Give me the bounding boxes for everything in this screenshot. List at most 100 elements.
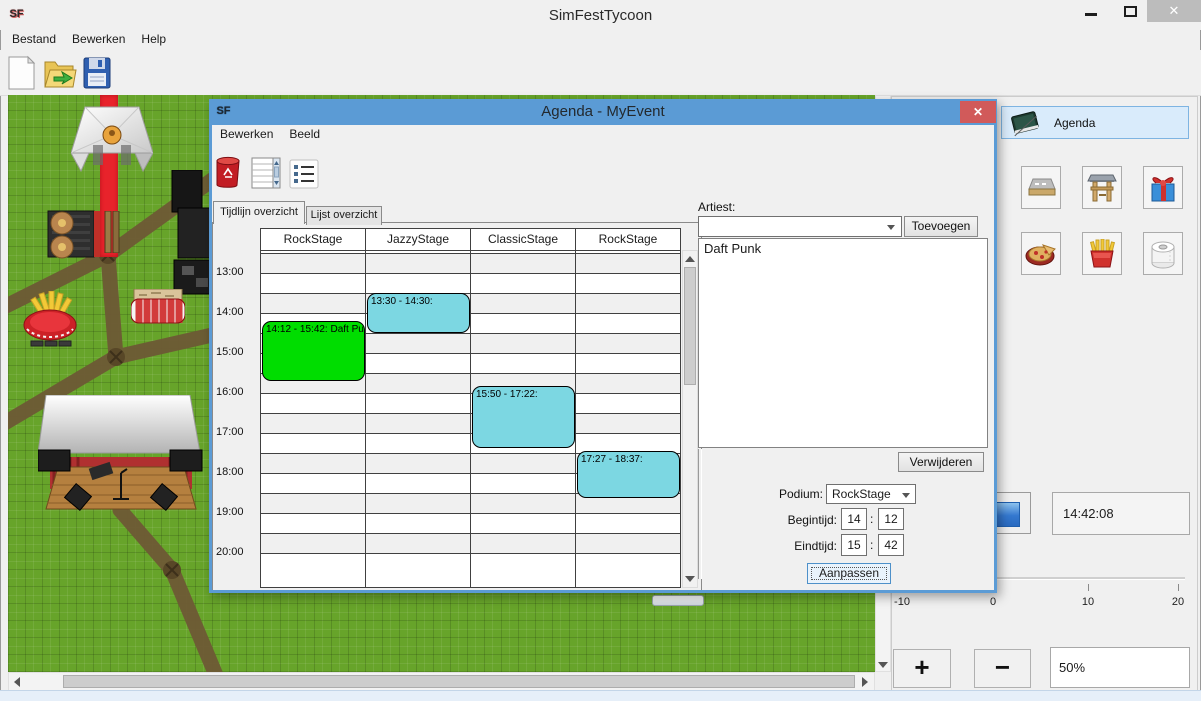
apply-button[interactable]: Aanpassen <box>807 563 891 584</box>
list-view-button[interactable] <box>289 159 319 192</box>
road-tile-button[interactable] <box>1021 166 1061 209</box>
artist-list-item[interactable]: Daft Punk <box>699 239 987 258</box>
grid-scroll-down-icon[interactable] <box>685 576 695 582</box>
end-time-label: Eindtijd: <box>757 539 837 553</box>
zoom-in-button[interactable]: + <box>893 649 951 688</box>
market-stall <box>131 289 185 327</box>
scroll-left-icon[interactable] <box>14 677 20 687</box>
main-menubar: BestandBewerkenHelp <box>4 30 1194 50</box>
open-file-button[interactable] <box>42 54 78 92</box>
fries-icon <box>1088 239 1116 269</box>
scroll-right-icon[interactable] <box>862 677 868 687</box>
remove-artist-button[interactable]: Verwijderen <box>898 452 984 472</box>
chevron-down-icon <box>887 225 895 230</box>
road-tile-icon <box>1025 175 1057 201</box>
focus-rect <box>811 567 887 580</box>
chevron-down-icon <box>902 493 910 498</box>
gate-icon <box>1087 173 1117 203</box>
timeline-grid-icon <box>251 157 281 189</box>
time-label-14:00: 14:00 <box>216 306 257 318</box>
menu-item-bewerken[interactable]: Bewerken <box>64 30 133 48</box>
tab-tijdlijn-overzicht[interactable]: Tijdlijn overzicht <box>213 201 305 224</box>
podium-combo-value: RockStage <box>832 487 891 501</box>
schedule-event[interactable]: 17:27 - 18:37: <box>577 451 680 498</box>
map-horizontal-scrollbar[interactable] <box>8 672 875 691</box>
slider-tick-label: 20 <box>1163 596 1193 608</box>
open-folder-icon <box>42 54 78 92</box>
podium-combobox[interactable]: RockStage <box>826 484 916 504</box>
start-minute-field[interactable]: 12 <box>878 508 904 530</box>
maximize-button[interactable] <box>1116 0 1146 22</box>
new-file-button[interactable] <box>4 54 40 92</box>
slider-tick-label: 0 <box>978 596 1008 608</box>
close-button[interactable]: ✕ <box>1147 0 1201 22</box>
artist-listbox[interactable]: Daft Punk <box>698 238 988 448</box>
minimize-button[interactable] <box>1076 0 1106 22</box>
time-label-20:00: 20:00 <box>216 546 257 558</box>
grid-vertical-scrollbar[interactable] <box>682 250 698 588</box>
minimize-icon <box>1085 13 1097 16</box>
podium-label: Podium: <box>755 487 823 501</box>
time-label-18:00: 18:00 <box>216 466 257 478</box>
list-view-icon <box>289 159 319 189</box>
maximize-icon <box>1124 6 1137 17</box>
add-artist-button[interactable]: Toevoegen <box>904 216 978 237</box>
dialog-titlebar[interactable]: SF Agenda - MyEvent <box>209 99 997 125</box>
menu-item-bestand[interactable]: Bestand <box>4 30 64 48</box>
main-toolbar <box>0 50 1201 96</box>
slider-tick-label: -10 <box>887 596 917 608</box>
save-file-button[interactable] <box>80 54 116 92</box>
dialog-menu-item-beeld[interactable]: Beeld <box>281 125 328 143</box>
stage-header-classicstage: ClassicStage <box>471 229 576 250</box>
timeline-grid: RockStageJazzyStageClassicStageRockStage… <box>212 222 702 591</box>
party-tent <box>71 101 153 177</box>
map-object-sliver <box>652 595 704 606</box>
save-floppy-icon <box>80 54 112 92</box>
stage-header-rockstage: RockStage <box>576 229 680 250</box>
end-minute-field[interactable]: 42 <box>878 534 904 556</box>
toilet-paper-icon <box>1148 239 1178 269</box>
dialog-menu-item-bewerken[interactable]: Bewerken <box>212 125 281 143</box>
slider-tick <box>1178 584 1179 591</box>
agenda-button[interactable]: Agenda <box>1001 106 1189 139</box>
grid-scroll-thumb[interactable] <box>684 267 696 385</box>
time-label-13:00: 13:00 <box>216 266 257 278</box>
grid-scroll-up-icon[interactable] <box>685 256 695 262</box>
stage-header-row: RockStageJazzyStageClassicStageRockStage <box>260 228 681 251</box>
zoom-level-field[interactable]: 50% <box>1050 647 1190 688</box>
artist-combobox[interactable] <box>698 216 902 237</box>
stage-header-rockstage: RockStage <box>261 229 366 250</box>
dialog-close-button[interactable]: ✕ <box>960 101 996 123</box>
tab-lijst-overzicht[interactable]: Lijst overzicht <box>306 206 382 225</box>
map-hscroll-thumb[interactable] <box>63 675 855 688</box>
stage-header-jazzystage: JazzyStage <box>366 229 471 250</box>
status-bar <box>0 690 1201 701</box>
pizza-icon <box>1025 241 1057 267</box>
toilet-paper-button[interactable] <box>1143 232 1183 275</box>
pizza-button[interactable] <box>1021 232 1061 275</box>
gift-button[interactable] <box>1143 166 1183 209</box>
end-hour-field[interactable]: 15 <box>841 534 867 556</box>
time-label-15:00: 15:00 <box>216 346 257 358</box>
zoom-out-button[interactable]: − <box>974 649 1031 688</box>
schedule-event[interactable]: 13:30 - 14:30: <box>367 293 470 333</box>
time-separator: : <box>870 538 873 552</box>
play-icon <box>993 502 1020 527</box>
schedule-body[interactable]: 14:12 - 15:42: Daft Punk13:30 - 14:30: 15… <box>260 250 681 588</box>
timeline-view-button[interactable] <box>251 157 281 192</box>
time-label-19:00: 19:00 <box>216 506 257 518</box>
delete-trash-icon <box>215 155 241 189</box>
fries-button[interactable] <box>1082 232 1122 275</box>
delete-event-button[interactable] <box>215 155 241 192</box>
fries-stand <box>23 291 79 353</box>
window-title: SimFestTycoon <box>0 7 1201 24</box>
schedule-event[interactable]: 14:12 - 15:42: Daft Punk <box>262 321 365 381</box>
gate-button[interactable] <box>1082 166 1122 209</box>
main-titlebar: SF SimFestTycoon ✕ <box>0 0 1201 30</box>
barbecue-stand <box>46 205 106 261</box>
menu-item-help[interactable]: Help <box>133 30 174 48</box>
start-hour-field[interactable]: 14 <box>841 508 867 530</box>
scroll-down-icon[interactable] <box>878 662 888 668</box>
table-planks <box>104 211 120 253</box>
schedule-event[interactable]: 15:50 - 17:22: <box>472 386 575 447</box>
